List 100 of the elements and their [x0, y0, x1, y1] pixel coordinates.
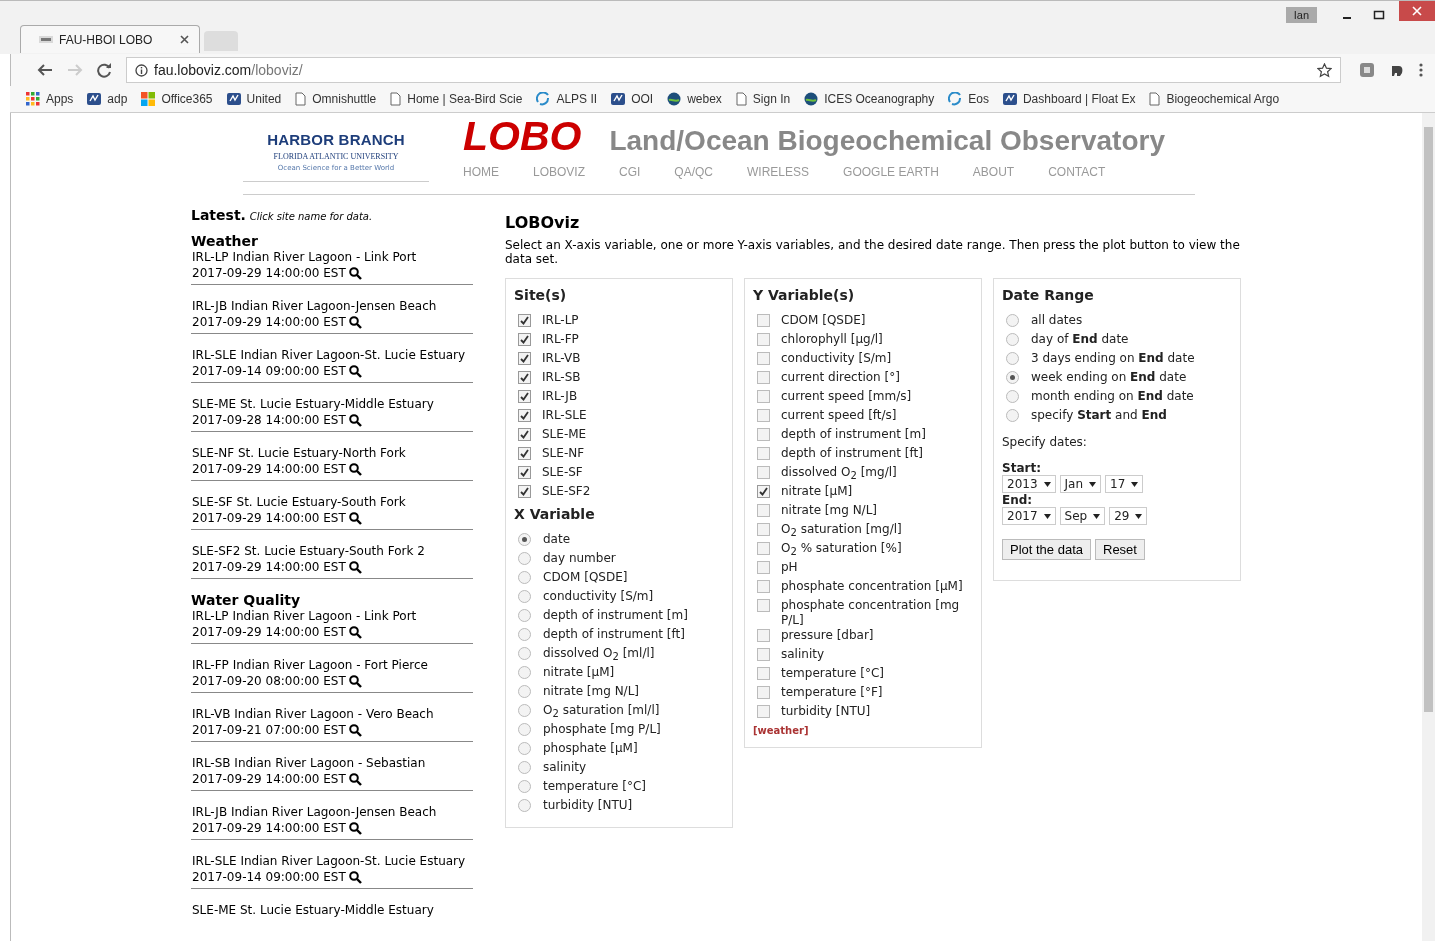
checkbox[interactable]	[757, 504, 770, 517]
checkbox[interactable]	[757, 686, 770, 699]
dropdown[interactable]: Sep	[1059, 507, 1106, 525]
window-close-button[interactable]	[1399, 1, 1435, 21]
weather-link[interactable]: [weather]	[753, 725, 809, 736]
checkbox[interactable]	[757, 542, 770, 555]
bookmark-link[interactable]: OOI	[611, 92, 654, 106]
profile-button[interactable]: Ian	[1285, 7, 1317, 23]
checkbox[interactable]	[518, 390, 531, 403]
search-icon[interactable]	[348, 772, 362, 786]
checkbox[interactable]	[757, 390, 770, 403]
radio-button[interactable]	[518, 780, 531, 793]
radio-button[interactable]	[518, 723, 531, 736]
checkbox[interactable]	[757, 371, 770, 384]
checkbox[interactable]	[518, 485, 531, 498]
radio-button[interactable]	[518, 704, 531, 717]
search-icon[interactable]	[348, 674, 362, 688]
bookmark-link[interactable]: Biogeochemical Argo	[1149, 92, 1280, 106]
checkbox[interactable]	[757, 409, 770, 422]
radio-button[interactable]	[518, 533, 531, 546]
site-link[interactable]: SLE-SF St. Lucie Estuary-South Fork	[192, 494, 473, 510]
form-button[interactable]: Plot the data	[1002, 539, 1091, 560]
radio-button[interactable]	[518, 742, 531, 755]
radio-button[interactable]	[1006, 333, 1019, 346]
search-icon[interactable]	[348, 625, 362, 639]
radio-button[interactable]	[518, 552, 531, 565]
site-link[interactable]: IRL-SLE Indian River Lagoon-St. Lucie Estuary	[192, 347, 473, 363]
site-link[interactable]: IRL-FP Indian River Lagoon - Fort Pierce	[192, 657, 473, 673]
checkbox[interactable]	[518, 447, 531, 460]
checkbox[interactable]	[757, 705, 770, 718]
search-icon[interactable]	[348, 870, 362, 884]
search-icon[interactable]	[348, 266, 362, 280]
checkbox[interactable]	[518, 314, 531, 327]
site-link[interactable]: IRL-JB Indian River Lagoon-Jensen Beach	[192, 298, 473, 314]
radio-button[interactable]	[1006, 409, 1019, 422]
site-link[interactable]: IRL-SLE Indian River Lagoon-St. Lucie Estuary	[192, 853, 473, 869]
radio-button[interactable]	[518, 571, 531, 584]
bookmark-link[interactable]: ALPS II	[536, 92, 598, 106]
dropdown[interactable]: 2013	[1002, 475, 1056, 493]
checkbox[interactable]	[518, 352, 531, 365]
extension-icon[interactable]	[1359, 62, 1375, 78]
checkbox[interactable]	[757, 629, 770, 642]
bookmark-link[interactable]: adp	[87, 92, 128, 106]
search-icon[interactable]	[348, 462, 362, 476]
radio-button[interactable]	[518, 647, 531, 660]
site-link[interactable]: IRL-VB Indian River Lagoon - Vero Beach	[192, 706, 473, 722]
search-icon[interactable]	[348, 821, 362, 835]
bookmark-link[interactable]: Omnishuttle	[295, 92, 377, 106]
search-icon[interactable]	[348, 315, 362, 329]
search-icon[interactable]	[348, 723, 362, 737]
site-link[interactable]: SLE-NF St. Lucie Estuary-North Fork	[192, 445, 473, 461]
form-button[interactable]: Reset	[1095, 539, 1145, 560]
bookmark-link[interactable]: United	[226, 92, 282, 106]
radio-button[interactable]	[518, 761, 531, 774]
checkbox[interactable]	[757, 485, 770, 498]
bookmark-link[interactable]: Sign In	[735, 92, 791, 106]
dropdown[interactable]: 2017	[1002, 507, 1056, 525]
checkbox[interactable]	[518, 428, 531, 441]
radio-button[interactable]	[518, 685, 531, 698]
reload-icon[interactable]	[97, 62, 112, 78]
dropdown[interactable]: 17	[1105, 475, 1144, 493]
checkbox[interactable]	[757, 447, 770, 460]
checkbox[interactable]	[757, 667, 770, 680]
checkbox[interactable]	[757, 561, 770, 574]
checkbox[interactable]	[757, 314, 770, 327]
checkbox[interactable]	[757, 599, 770, 612]
site-link[interactable]: IRL-LP Indian River Lagoon - Link Port	[192, 249, 473, 265]
bookmark-link[interactable]: ICES Oceanography	[804, 92, 935, 106]
search-icon[interactable]	[348, 511, 362, 525]
checkbox[interactable]	[518, 371, 531, 384]
checkbox[interactable]	[757, 428, 770, 441]
search-icon[interactable]	[348, 560, 362, 574]
dropdown[interactable]: 29	[1109, 507, 1148, 525]
menu-icon[interactable]	[1419, 63, 1423, 77]
back-icon[interactable]	[37, 63, 53, 77]
maximize-icon[interactable]	[1373, 9, 1385, 21]
checkbox[interactable]	[757, 466, 770, 479]
bookmark-link[interactable]: Eos	[948, 92, 989, 106]
close-icon[interactable]	[180, 35, 189, 44]
site-link[interactable]: SLE-ME St. Lucie Estuary-Middle Estuary	[192, 902, 473, 918]
scrollbar[interactable]	[1422, 113, 1435, 941]
bookmark-link[interactable]: Home | Sea-Bird Scie	[390, 92, 523, 106]
bookmark-link[interactable]: Office365	[141, 92, 213, 106]
site-link[interactable]: IRL-LP Indian River Lagoon - Link Port	[192, 608, 473, 624]
radio-button[interactable]	[1006, 352, 1019, 365]
address-bar[interactable]: fau.loboviz.com/loboviz/	[126, 57, 1341, 83]
star-icon[interactable]	[1317, 62, 1332, 78]
bookmark-link[interactable]: Apps	[26, 92, 74, 106]
radio-button[interactable]	[1006, 371, 1019, 384]
forward-icon[interactable]	[67, 63, 83, 77]
radio-button[interactable]	[1006, 314, 1019, 327]
radio-button[interactable]	[518, 799, 531, 812]
site-link[interactable]: SLE-SF2 St. Lucie Estuary-South Fork 2	[192, 543, 473, 559]
checkbox[interactable]	[757, 352, 770, 365]
checkbox[interactable]	[518, 409, 531, 422]
site-link[interactable]: IRL-SB Indian River Lagoon - Sebastian	[192, 755, 473, 771]
checkbox[interactable]	[757, 333, 770, 346]
radio-button[interactable]	[518, 609, 531, 622]
checkbox[interactable]	[757, 523, 770, 536]
search-icon[interactable]	[348, 364, 362, 378]
